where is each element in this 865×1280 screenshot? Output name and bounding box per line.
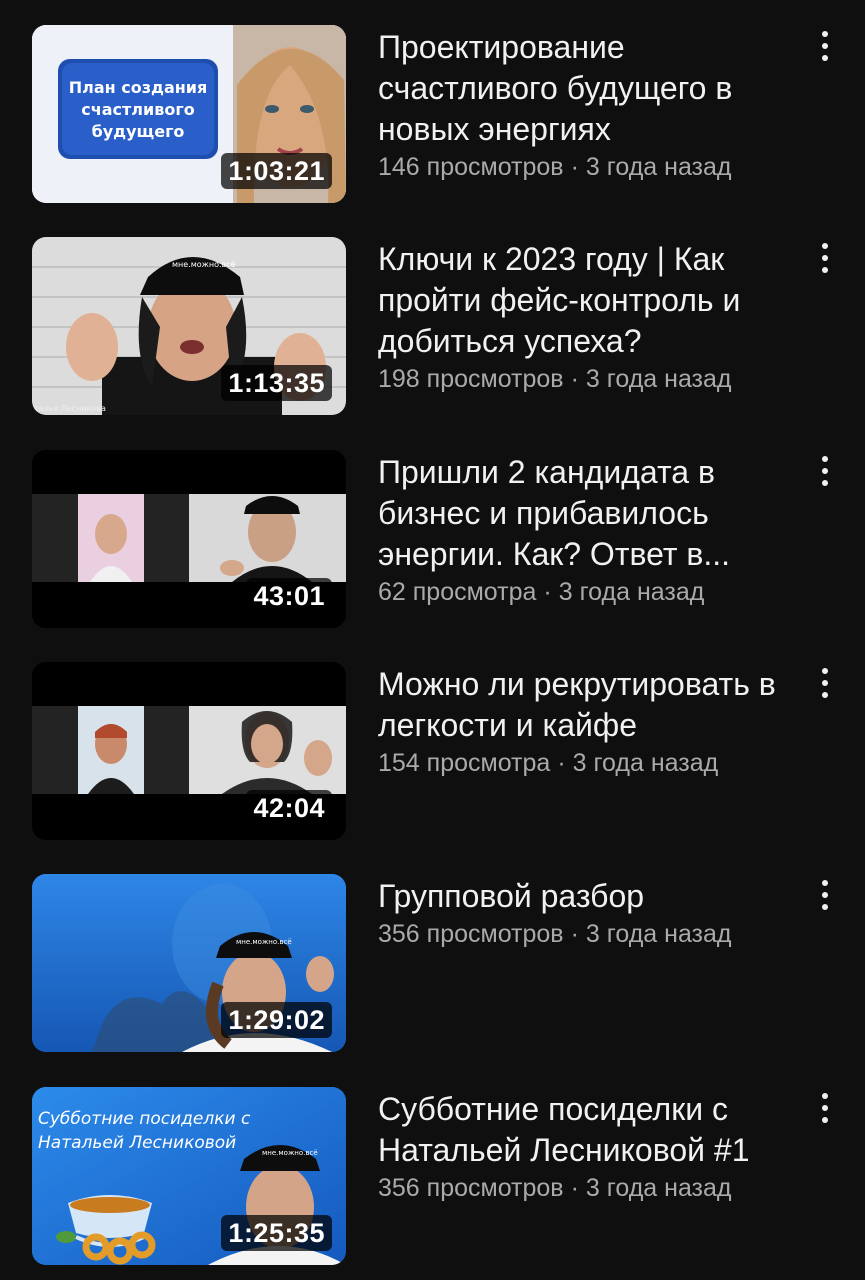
- video-item[interactable]: 43:01 Пришли 2 кандидата в бизнес и приб…: [0, 450, 865, 628]
- upload-age: 3 года назад: [572, 749, 719, 777]
- more-vert-icon[interactable]: [812, 454, 838, 488]
- video-meta: 154 просмотра · 3 года назад: [378, 748, 788, 778]
- meta-separator: ·: [570, 920, 579, 948]
- video-info[interactable]: Пришли 2 кандидата в бизнес и прибавилос…: [378, 450, 788, 607]
- video-thumbnail[interactable]: 43:01: [32, 450, 346, 628]
- duration-badge: 1:25:35: [221, 1215, 332, 1251]
- video-info[interactable]: Можно ли рекрутировать в легкости и кайф…: [378, 662, 788, 778]
- video-thumbnail[interactable]: мне.можно.всё талья Лесникова 1:13:35: [32, 237, 346, 415]
- view-count: 146 просмотров: [378, 153, 564, 181]
- meta-separator: ·: [570, 365, 579, 393]
- video-item[interactable]: План создания счастливого будущего 1:03:…: [0, 25, 865, 203]
- video-meta: 146 просмотров · 3 года назад: [378, 152, 788, 182]
- svg-text:мне.можно.всё: мне.можно.всё: [236, 938, 292, 946]
- video-info[interactable]: Субботние посиделки с Натальей Лесниково…: [378, 1087, 788, 1203]
- thumbnail-caption: План создания счастливого будущего: [68, 78, 208, 141]
- video-list: План создания счастливого будущего 1:03:…: [0, 0, 865, 1280]
- video-title[interactable]: Пришли 2 кандидата в бизнес и прибавилос…: [378, 452, 788, 575]
- video-meta: 356 просмотров · 3 года назад: [378, 919, 788, 949]
- upload-age: 3 года назад: [558, 578, 705, 606]
- thumbnail-caption: Субботние посиделки с Натальей Лесниково…: [38, 1109, 251, 1153]
- video-title[interactable]: Проектирование счастливого будущего в но…: [378, 27, 788, 150]
- video-title[interactable]: Ключи к 2023 году | Как пройти фейс-конт…: [378, 239, 788, 362]
- video-thumbnail[interactable]: мне.можно.всё Субботние посиделки с Ната…: [32, 1087, 346, 1265]
- video-info[interactable]: Ключи к 2023 году | Как пройти фейс-конт…: [378, 237, 788, 394]
- video-title[interactable]: Групповой разбор: [378, 876, 788, 917]
- svg-text:мне.можно.всё: мне.можно.всё: [172, 260, 236, 269]
- video-thumbnail[interactable]: 42:04: [32, 662, 346, 840]
- video-meta: 198 просмотров · 3 года назад: [378, 364, 788, 394]
- video-item[interactable]: 42:04 Можно ли рекрутировать в легкости …: [0, 662, 865, 840]
- video-thumbnail[interactable]: мне.можно.всё 1:29:02: [32, 874, 346, 1052]
- upload-age: 3 года назад: [585, 920, 732, 948]
- meta-separator: ·: [557, 749, 566, 777]
- video-item[interactable]: мне.можно.всё 1:29:02 Групповой разбор 3…: [0, 874, 865, 1052]
- view-count: 356 просмотров: [378, 1174, 564, 1202]
- video-info[interactable]: Групповой разбор 356 просмотров · 3 года н…: [378, 874, 788, 949]
- meta-separator: ·: [543, 578, 552, 606]
- duration-badge: 1:13:35: [221, 365, 332, 401]
- meta-separator: ·: [570, 1174, 579, 1202]
- upload-age: 3 года назад: [585, 365, 732, 393]
- more-vert-icon[interactable]: [812, 1091, 838, 1125]
- view-count: 356 просмотров: [378, 920, 564, 948]
- video-title[interactable]: Можно ли рекрутировать в легкости и кайф…: [378, 664, 788, 746]
- more-vert-icon[interactable]: [812, 241, 838, 275]
- upload-age: 3 года назад: [585, 153, 732, 181]
- duration-badge: 42:04: [246, 790, 332, 826]
- duration-badge: 1:03:21: [221, 153, 332, 189]
- video-meta: 62 просмотра · 3 года назад: [378, 577, 788, 607]
- meta-separator: ·: [570, 153, 579, 181]
- more-vert-icon[interactable]: [812, 666, 838, 700]
- video-thumbnail[interactable]: План создания счастливого будущего 1:03:…: [32, 25, 346, 203]
- video-item[interactable]: мне.можно.всё Субботние посиделки с Ната…: [0, 1087, 865, 1265]
- thumbnail-caption: талья Лесникова: [34, 404, 106, 413]
- duration-badge: 1:29:02: [221, 1002, 332, 1038]
- svg-text:мне.можно.всё: мне.можно.всё: [262, 1149, 318, 1157]
- upload-age: 3 года назад: [585, 1174, 732, 1202]
- view-count: 154 просмотра: [378, 749, 551, 777]
- video-meta: 356 просмотров · 3 года назад: [378, 1173, 788, 1203]
- view-count: 198 просмотров: [378, 365, 564, 393]
- video-item[interactable]: мне.можно.всё талья Лесникова 1:13:35 Кл…: [0, 237, 865, 415]
- video-info[interactable]: Проектирование счастливого будущего в но…: [378, 25, 788, 182]
- more-vert-icon[interactable]: [812, 878, 838, 912]
- video-title[interactable]: Субботние посиделки с Натальей Лесниково…: [378, 1089, 788, 1171]
- duration-badge: 43:01: [246, 578, 332, 614]
- more-vert-icon[interactable]: [812, 29, 838, 63]
- view-count: 62 просмотра: [378, 578, 537, 606]
